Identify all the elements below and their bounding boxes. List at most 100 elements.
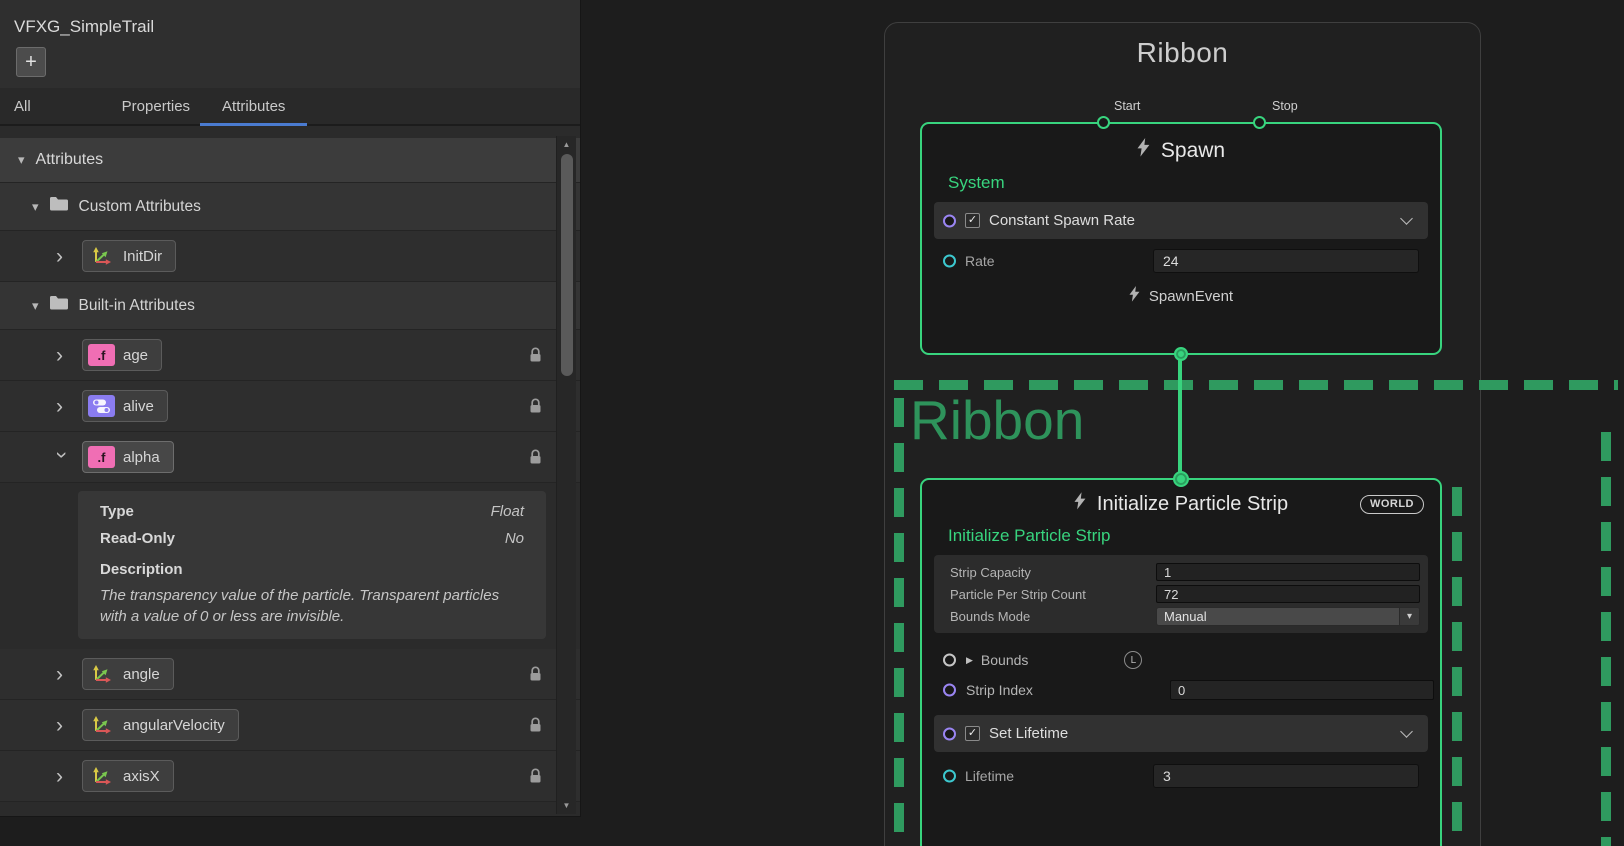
chevron-down-icon[interactable] [1400, 212, 1413, 225]
rate-port[interactable] [943, 255, 956, 268]
scrollbar-thumb[interactable] [561, 154, 573, 376]
attribute-chip-angle[interactable]: angle [82, 658, 174, 690]
spawn-node-title-label: Spawn [1161, 139, 1225, 163]
tab-attributes[interactable]: Attributes [200, 88, 307, 124]
dropdown-arrow-icon[interactable]: ▾ [1399, 608, 1419, 625]
system-border-dash-left [894, 398, 904, 846]
flow-port-start[interactable] [1097, 116, 1110, 129]
custom-attributes-group-row[interactable]: ▾ Custom Attributes [0, 183, 580, 231]
attribute-label: alive [123, 398, 154, 415]
collapse-triangle-icon[interactable]: ▾ [32, 199, 39, 215]
expand-chevron-icon[interactable]: › [56, 396, 68, 417]
bounds-label: Bounds [981, 652, 1028, 668]
builtin-attributes-group-row[interactable]: ▾ Built-in Attributes [0, 282, 580, 330]
attribute-label: angularVelocity [123, 717, 225, 734]
lock-icon [529, 347, 542, 363]
vector-attribute-icon [88, 765, 115, 787]
collapse-chevron-icon[interactable]: › [52, 451, 73, 463]
attribute-row-age[interactable]: › .f age [0, 330, 580, 381]
collapse-triangle-icon[interactable]: ▾ [18, 152, 25, 168]
attribute-chip-initdir[interactable]: InitDir [82, 240, 176, 272]
initialize-settings-block: Strip Capacity 1 Particle Per Strip Coun… [934, 555, 1428, 633]
lifetime-input[interactable]: 3 [1153, 764, 1419, 788]
strip-index-port[interactable] [943, 684, 956, 697]
readonly-value: No [505, 530, 524, 547]
strip-capacity-label: Strip Capacity [950, 565, 1031, 580]
type-row: Type Float [100, 503, 524, 520]
constant-spawn-rate-row[interactable]: Constant Spawn Rate [934, 202, 1428, 239]
attributes-root-row[interactable]: ▾ Attributes [0, 138, 580, 183]
expand-chevron-icon[interactable]: › [56, 345, 68, 366]
constant-spawn-rate-port[interactable] [943, 214, 956, 227]
collapse-triangle-icon[interactable]: ▾ [32, 298, 39, 314]
set-lifetime-row[interactable]: Set Lifetime [934, 715, 1428, 752]
add-attribute-button[interactable]: + [16, 47, 46, 77]
constant-spawn-rate-checkbox[interactable] [965, 213, 980, 228]
spawn-event-label: SpawnEvent [1149, 288, 1233, 305]
attribute-row-axisx[interactable]: › axisX [0, 751, 580, 802]
lightning-icon [1137, 138, 1150, 163]
expand-triangle-icon[interactable]: ▶ [966, 655, 973, 666]
expand-chevron-icon[interactable]: › [56, 664, 68, 685]
chevron-down-icon[interactable] [1400, 725, 1413, 738]
rate-label: Rate [965, 253, 995, 269]
vector-attribute-icon [88, 663, 115, 685]
vertical-scrollbar[interactable]: ▲ ▼ [556, 136, 576, 814]
lifetime-port[interactable] [943, 770, 956, 783]
attribute-row-angle[interactable]: › angle [0, 649, 580, 700]
local-space-badge[interactable]: L [1124, 651, 1142, 669]
system-border-dash-inner-right [1452, 487, 1462, 846]
scroll-up-icon[interactable]: ▲ [557, 140, 576, 149]
builtin-attributes-label: Built-in Attributes [79, 297, 195, 315]
strip-capacity-row: Strip Capacity 1 [950, 561, 1420, 583]
attribute-label: alpha [123, 449, 160, 466]
strip-capacity-input[interactable]: 1 [1156, 563, 1420, 581]
lifetime-row: Lifetime 3 [934, 754, 1428, 798]
attribute-tree: ▾ Attributes ▾ Custom Attributes › In [0, 128, 580, 816]
lock-icon [529, 717, 542, 733]
expand-chevron-icon[interactable]: › [56, 766, 68, 787]
scroll-down-icon[interactable]: ▼ [557, 801, 576, 810]
set-lifetime-checkbox[interactable] [965, 726, 980, 741]
expand-chevron-icon[interactable]: › [56, 246, 68, 267]
spawn-node-title: Spawn [922, 138, 1440, 163]
initialize-particle-strip-node[interactable]: WORLD Initialize Particle Strip Initiali… [920, 478, 1442, 846]
vector-attribute-icon [88, 714, 115, 736]
spawn-output-port[interactable] [1174, 347, 1188, 361]
bounds-mode-value: Manual [1164, 609, 1207, 624]
tab-all[interactable]: All [14, 88, 31, 124]
system-border-dash-right [1601, 432, 1611, 846]
bounds-port[interactable] [943, 654, 956, 667]
attribute-row-alive[interactable]: › alive [0, 381, 580, 432]
set-lifetime-port[interactable] [943, 727, 956, 740]
attribute-chip-alive[interactable]: alive [82, 390, 168, 422]
particle-per-strip-count-input[interactable]: 72 [1156, 585, 1420, 603]
attribute-row-alpha[interactable]: › .f alpha [0, 432, 580, 483]
rate-input[interactable]: 24 [1153, 249, 1419, 273]
spawn-node[interactable]: Start Stop Spawn System Constant Spawn R… [920, 122, 1442, 355]
attribute-chip-alpha[interactable]: .f alpha [82, 441, 174, 473]
attribute-chip-age[interactable]: .f age [82, 339, 162, 371]
lightning-icon [1074, 492, 1086, 516]
initialize-context-header: Initialize Particle Strip [948, 526, 1440, 546]
attribute-row-angularvelocity[interactable]: › angularVelocity [0, 700, 580, 751]
flow-port-stop[interactable] [1253, 116, 1266, 129]
strip-index-label: Strip Index [966, 682, 1033, 698]
initialize-input-port[interactable] [1173, 471, 1189, 487]
attribute-chip-angularvelocity[interactable]: angularVelocity [82, 709, 239, 741]
attribute-label: axisX [123, 768, 160, 785]
strip-index-input[interactable]: 0 [1170, 680, 1434, 700]
bool-attribute-icon [88, 395, 115, 417]
float-attribute-icon: .f [88, 344, 115, 366]
attribute-label: age [123, 347, 148, 364]
readonly-row: Read-Only No [100, 530, 524, 547]
tab-properties[interactable]: Properties [122, 88, 190, 124]
attribute-chip-axisx[interactable]: axisX [82, 760, 174, 792]
attribute-row-initdir[interactable]: › InitDir [0, 231, 580, 282]
space-badge[interactable]: WORLD [1360, 495, 1424, 514]
flow-edge [1178, 354, 1182, 482]
attributes-root-label: Attributes [36, 151, 104, 169]
expand-chevron-icon[interactable]: › [56, 715, 68, 736]
bounds-mode-dropdown[interactable]: Manual ▾ [1156, 607, 1420, 626]
lock-icon [529, 398, 542, 414]
